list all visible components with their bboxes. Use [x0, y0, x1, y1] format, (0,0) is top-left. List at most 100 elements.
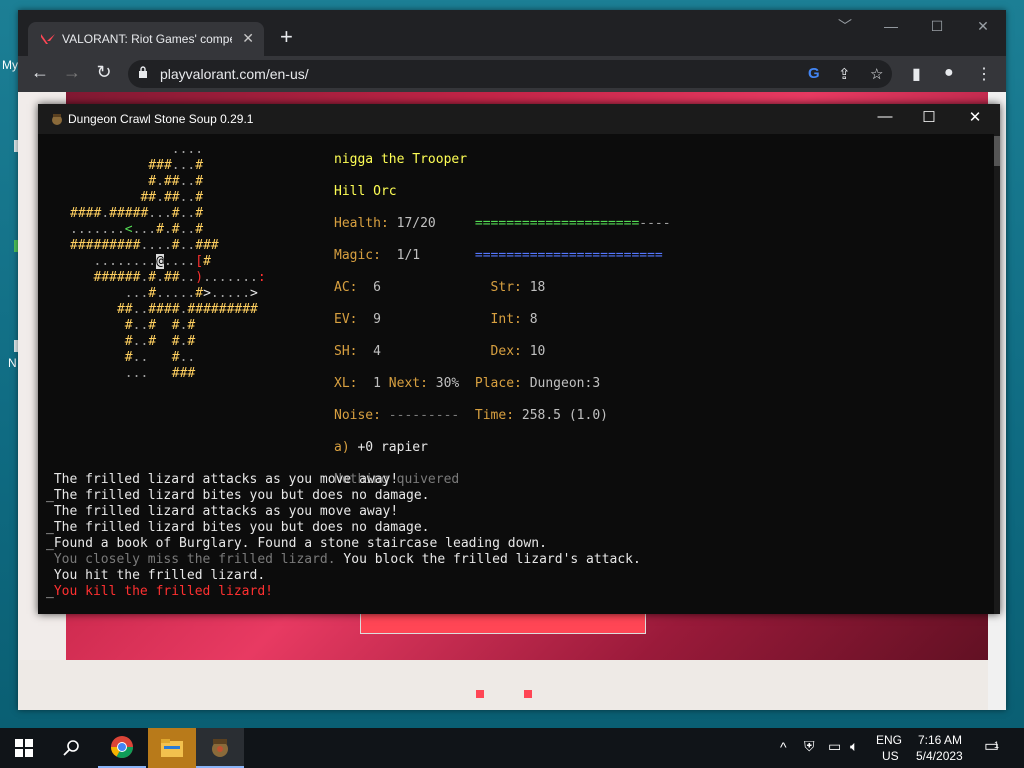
dcss-maximize-icon[interactable]: ☐ [906, 108, 952, 126]
map-row: #########....#..### [70, 238, 219, 253]
message-line: _You kill the frilled lizard! [46, 584, 273, 599]
xl-label: XL: [334, 376, 358, 391]
close-window-icon[interactable]: ✕ [960, 10, 1006, 42]
dcss-close-icon[interactable]: ✕ [952, 108, 998, 126]
taskbar-dcss[interactable] [196, 728, 244, 768]
map-row: #.##..# [148, 174, 204, 189]
maximize-icon[interactable]: ☐ [914, 10, 960, 42]
desktop-icon-label[interactable]: N [8, 356, 17, 370]
map-row: .......<...#.#..# [70, 222, 204, 237]
dex-label: Dex: [490, 344, 522, 359]
notification-count: 1 [994, 740, 1000, 750]
minimize-icon[interactable]: — [868, 10, 914, 42]
map-row: ####.#####...#..# [70, 206, 204, 221]
folder-icon [161, 739, 183, 757]
forward-icon[interactable]: → [60, 62, 84, 83]
magic-value: 1/1 [396, 248, 421, 263]
map-row: .... [171, 142, 204, 157]
search-button[interactable] [48, 728, 96, 768]
dcss-minimize-icon[interactable]: — [862, 108, 908, 125]
str-label: Str: [490, 280, 522, 295]
network-icon[interactable]: ▭ [828, 738, 841, 755]
window-controls: ﹀ — ☐ ✕ [822, 10, 1006, 42]
clock-time[interactable]: 7:16 AM [918, 733, 962, 747]
security-icon[interactable]: ⛨ [804, 738, 815, 755]
time-label: Time: [474, 408, 515, 423]
character-stats: nigga the Trooper Hill Orc Health: 17/20… [334, 136, 671, 520]
map-row: ##.##..# [140, 190, 204, 205]
chrome-icon [111, 736, 133, 758]
next-value: 30% [435, 376, 460, 391]
weapon-slot: a) [334, 440, 350, 455]
map-row: ... ### [124, 366, 196, 381]
back-icon[interactable]: ← [28, 62, 52, 83]
tab-title: VALORANT: Riot Games' competitive [62, 32, 232, 46]
dcss-window: Dungeon Crawl Stone Soup 0.29.1 — ☐ ✕ ..… [38, 104, 1000, 614]
dcss-scrollbar[interactable] [994, 134, 1000, 614]
bookmark-star-icon[interactable]: ☆ [870, 65, 883, 83]
tab-valorant[interactable]: VALORANT: Riot Games' competitive ✕ [28, 22, 264, 56]
map-row: ...#.....#>.....> [124, 286, 258, 301]
language-top[interactable]: ENG [876, 733, 902, 747]
google-icon[interactable]: G [808, 65, 820, 82]
health-value: 17/20 [396, 216, 436, 231]
address-bar[interactable]: playvalorant.com/en-us/ G ⇪ ☆ [128, 60, 892, 88]
place-label: Place: [474, 376, 522, 391]
start-button[interactable] [0, 728, 48, 768]
profile-icon[interactable]: ● [944, 64, 954, 82]
health-bar-empty: ---- [639, 216, 671, 231]
ac-value: 6 [373, 280, 381, 295]
taskbar-file-explorer[interactable] [148, 728, 196, 768]
sh-value: 4 [373, 344, 381, 359]
dcss-title-bar[interactable]: Dungeon Crawl Stone Soup 0.29.1 — ☐ ✕ [38, 104, 1000, 134]
valorant-icon [41, 34, 55, 44]
share-icon[interactable]: ⇪ [838, 65, 851, 83]
map-row: #.. #.. [124, 350, 196, 365]
magic-label: Magic: [334, 248, 381, 263]
language-bottom[interactable]: US [882, 749, 899, 763]
message-line: _The frilled lizard bites you but does n… [46, 520, 430, 535]
dungeon-map: .... ###...# #.##..# ##.##..# ####.#####.… [70, 142, 266, 382]
show-hidden-icons-icon[interactable]: ^ [780, 739, 787, 755]
menu-icon[interactable]: ⋮ [976, 64, 992, 84]
ev-value: 9 [373, 312, 381, 327]
desktop-icon-label[interactable]: My [2, 58, 18, 72]
int-label: Int: [490, 312, 522, 327]
magic-bar: ======================== [474, 248, 663, 263]
message-line: The frilled lizard attacks as you move a… [53, 472, 399, 487]
new-tab-button[interactable]: + [280, 24, 293, 50]
dcss-app-icon [52, 114, 62, 125]
tab-search-icon[interactable]: ﹀ [822, 10, 868, 42]
message-line: You closely miss the frilled lizard. You… [53, 552, 641, 567]
message-line: The frilled lizard attacks as you move a… [53, 504, 399, 519]
clock-date[interactable]: 5/4/2023 [916, 749, 963, 763]
search-icon [63, 740, 79, 756]
noise-value: --------- [388, 408, 460, 423]
lock-icon [139, 66, 147, 78]
health-label: Health: [334, 216, 389, 231]
dcss-title: Dungeon Crawl Stone Soup 0.29.1 [68, 112, 254, 126]
map-row: ###...# [148, 158, 204, 173]
map-row: #..# #.# [124, 334, 196, 349]
char-race: Hill Orc [334, 184, 397, 199]
map-row: ##..####.######### [116, 302, 258, 317]
side-panel-icon[interactable]: ▮ [912, 64, 921, 84]
message-line: You hit the frilled lizard. [53, 568, 266, 583]
dex-value: 10 [529, 344, 546, 359]
message-log: The frilled lizard attacks as you move a… [46, 472, 641, 600]
next-label: Next: [388, 376, 428, 391]
taskbar-chrome[interactable] [98, 728, 146, 768]
tab-strip: VALORANT: Riot Games' competitive ✕ + ﹀ … [18, 10, 1006, 56]
weapon-name: +0 rapier [357, 440, 428, 455]
ev-label: EV: [334, 312, 358, 327]
char-name: nigga the Trooper [334, 152, 468, 167]
map-row: ######.#.##..).......: [93, 270, 266, 285]
reload-icon[interactable]: ↻ [92, 62, 116, 83]
windows-icon [15, 739, 33, 757]
url-text: playvalorant.com/en-us/ [160, 66, 309, 82]
sh-label: SH: [334, 344, 358, 359]
page-button[interactable] [360, 612, 646, 634]
volume-icon[interactable]: 🔈︎ [850, 738, 858, 755]
close-tab-icon[interactable]: ✕ [242, 30, 254, 47]
noise-label: Noise: [334, 408, 381, 423]
